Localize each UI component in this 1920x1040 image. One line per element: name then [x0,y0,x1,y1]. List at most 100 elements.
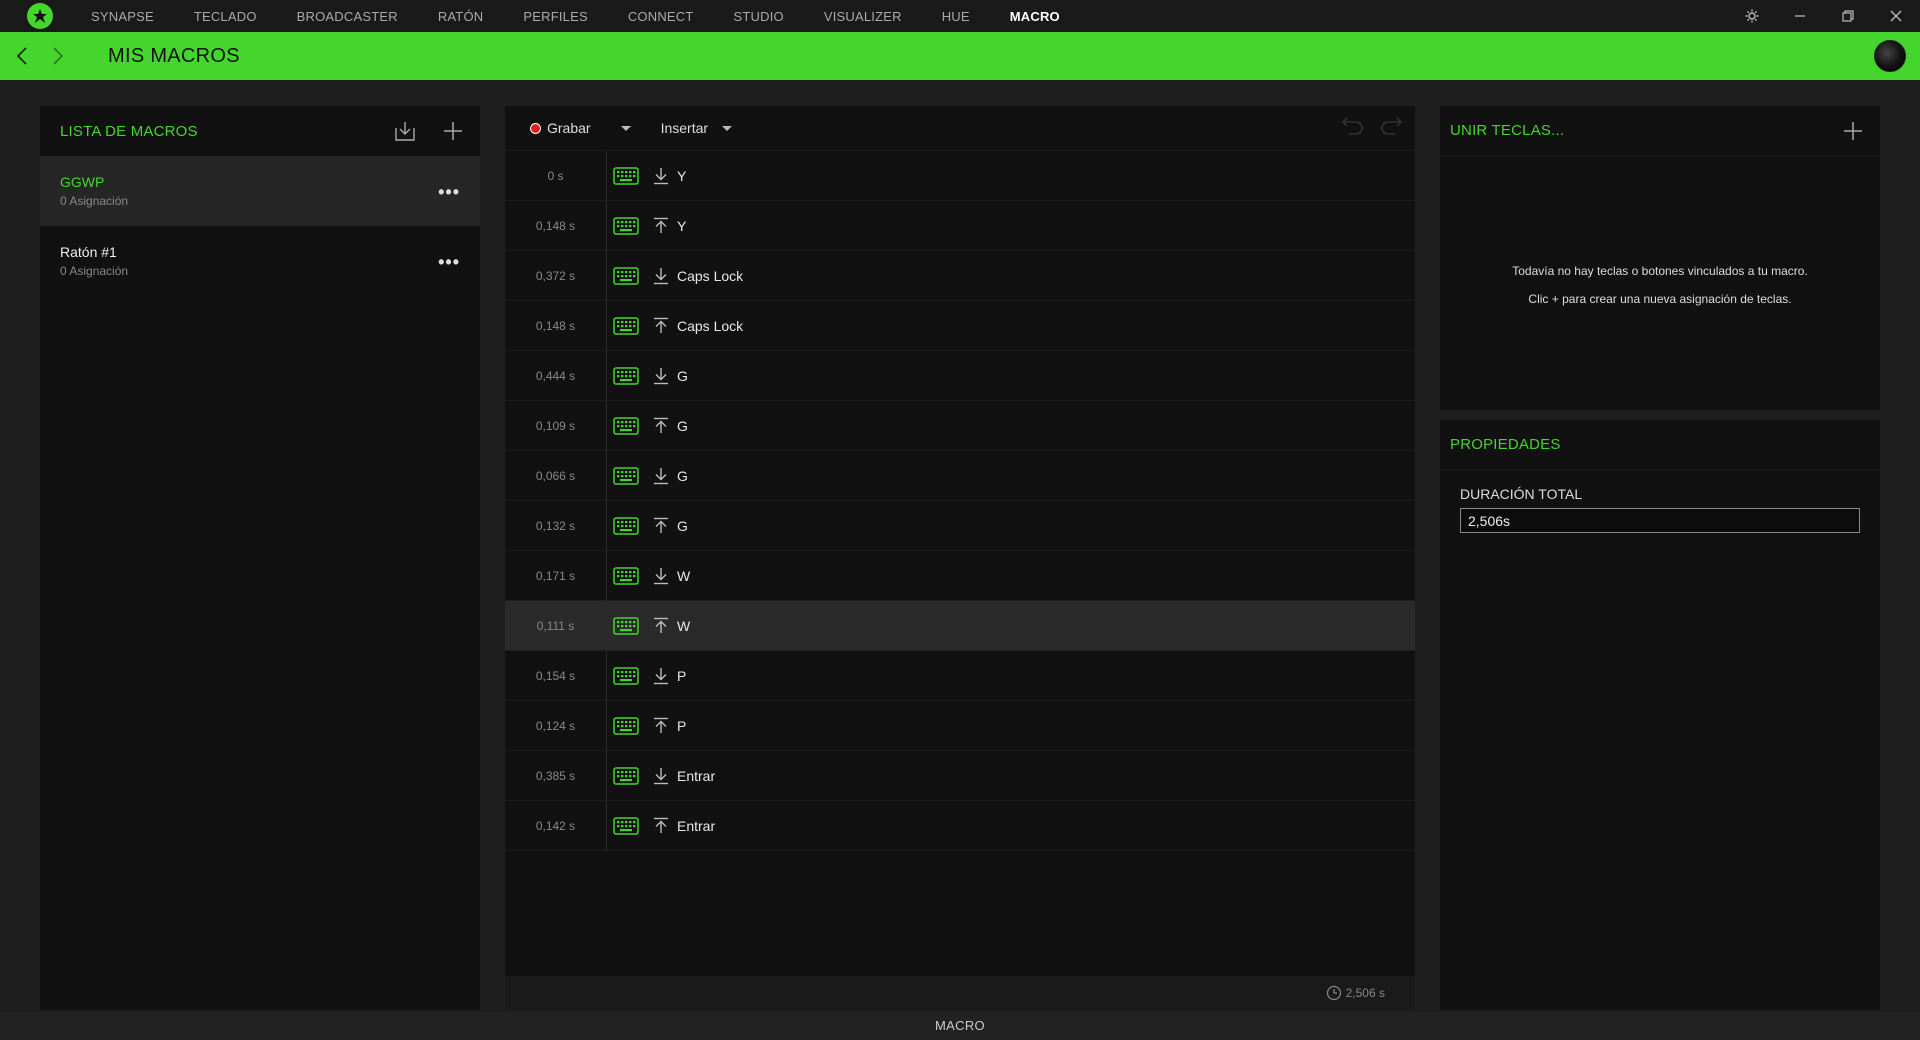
event-delay[interactable]: 0,154 s [505,650,607,701]
nav-tab-studio[interactable]: STUDIO [734,9,784,24]
restore-icon[interactable] [1824,0,1872,32]
keyboard-icon [613,766,639,785]
record-dot-icon [530,122,541,134]
macro-event-row[interactable]: 0,154 s P [505,650,1415,701]
event-delay[interactable]: 0,124 s [505,700,607,751]
event-delay[interactable]: 0,111 s [505,600,607,651]
macro-event-row[interactable]: 0,066 s G [505,450,1415,501]
event-key: G [677,517,688,534]
more-options-icon[interactable]: ••• [438,252,460,273]
key-up-arrow-icon [653,717,669,735]
record-dropdown-icon[interactable] [620,125,631,131]
keyboard-icon [613,416,639,435]
nav-tab-broadcaster[interactable]: BROADCASTER [297,9,398,24]
nav-tab-visualizer[interactable]: VISUALIZER [824,9,902,24]
editor-toolbar: Grabar Insertar [505,106,1415,151]
macro-assignment-count: 0 Asignación [60,264,129,278]
keyboard-icon [613,366,639,385]
key-down-arrow-icon [653,367,669,385]
event-delay[interactable]: 0,444 s [505,350,607,401]
event-delay[interactable]: 0,109 s [505,400,607,451]
macro-list-item[interactable]: GGWP 0 Asignación ••• [40,156,480,226]
forward-arrow-icon[interactable] [40,32,76,80]
event-key: W [677,617,691,634]
key-up-arrow-icon [653,417,669,435]
nav-tab-hue[interactable]: HUE [942,9,970,24]
macro-event-row[interactable]: 0 s Y [505,150,1415,201]
event-delay[interactable]: 0,148 s [505,200,607,251]
nav-tab-synapse[interactable]: SYNAPSE [91,9,154,24]
import-icon[interactable] [390,116,420,146]
macro-event-row[interactable]: 0,142 s Entrar [505,800,1415,851]
keyboard-icon [613,466,639,485]
key-down-arrow-icon [653,167,669,185]
back-arrow-icon[interactable] [4,32,40,80]
undo-icon[interactable] [1341,114,1365,141]
event-delay[interactable]: 0 s [505,150,607,201]
event-delay[interactable]: 0,066 s [505,450,607,501]
event-delay[interactable]: 0,142 s [505,800,607,851]
event-delay[interactable]: 0,171 s [505,550,607,601]
event-delay[interactable]: 0,385 s [505,750,607,801]
event-key: Entrar [677,817,716,834]
duration-label: DURACIÓN TOTAL [1460,486,1583,502]
nav-tab-perfiles[interactable]: PERFILES [523,9,587,24]
event-key: G [677,367,688,384]
event-key: Caps Lock [677,317,744,334]
macro-event-row[interactable]: 0,372 s Caps Lock [505,250,1415,301]
duration-input[interactable] [1460,508,1860,533]
minimize-icon[interactable] [1776,0,1824,32]
macro-event-row[interactable]: 0,385 s Entrar [505,750,1415,801]
razer-logo-icon[interactable] [27,3,53,29]
macro-list-item[interactable]: Ratón #1 0 Asignación ••• [40,226,480,296]
event-key: Y [677,217,687,234]
macro-event-row[interactable]: 0,132 s G [505,500,1415,551]
clock-icon [1326,985,1341,1001]
properties-title: PROPIEDADES [1450,436,1561,453]
avatar[interactable] [1874,40,1906,72]
close-icon[interactable] [1872,0,1920,32]
redo-icon[interactable] [1379,114,1403,141]
macro-event-row[interactable]: 0,444 s G [505,350,1415,401]
key-down-arrow-icon [653,667,669,685]
insert-button[interactable]: Insertar [660,120,733,136]
keyboard-icon [613,216,639,235]
main-nav: SYNAPSE TECLADO BROADCASTER RATÓN PERFILES CO… [91,0,1100,32]
macro-event-row[interactable]: 0,124 s P [505,700,1415,751]
binding-hint: Clic + para crear una nueva asignación d… [1528,292,1792,306]
macro-event-row[interactable]: 0,148 s Y [505,200,1415,251]
add-macro-icon[interactable] [438,116,468,146]
nav-tab-teclado[interactable]: TECLADO [194,9,257,24]
event-delay[interactable]: 0,372 s [505,250,607,301]
macro-editor-panel: Grabar Insertar 0 s Y 0,148 s Y 0,372 s Caps … [505,106,1415,1010]
nav-tab-connect[interactable]: CONNECT [628,9,694,24]
add-binding-icon[interactable] [1838,116,1868,146]
macro-event-row[interactable]: 0,109 s G [505,400,1415,451]
total-time: 2,506 s [1345,986,1385,1000]
key-down-arrow-icon [653,267,669,285]
macro-name: Ratón #1 [60,244,117,260]
properties-header: PROPIEDADES [1440,420,1880,470]
keyboard-icon [613,266,639,285]
macro-event-row[interactable]: 0,148 s Caps Lock [505,300,1415,351]
macro-event-row[interactable]: 0,171 s W [505,550,1415,601]
macro-event-row[interactable]: 0,111 s W [505,600,1415,651]
macro-event-list: 0 s Y 0,148 s Y 0,372 s Caps Lock 0,148 s Caps … [505,150,1415,851]
no-binding-message: Todavía no hay teclas o botones vinculad… [1512,264,1808,278]
keyboard-icon [613,316,639,335]
event-delay[interactable]: 0,132 s [505,500,607,551]
macro-list: GGWP 0 Asignación ••• Ratón #1 0 Asignación •… [40,156,480,296]
macro-list-title: LISTA DE MACROS [60,122,198,140]
insert-label: Insertar [660,120,709,136]
status-bar: MACRO [0,1012,1920,1040]
more-options-icon[interactable]: ••• [438,182,460,203]
record-button[interactable]: Grabar [530,120,631,136]
event-key: Y [677,167,687,184]
macro-name: GGWP [60,174,105,190]
keyboard-icon [613,566,639,585]
settings-gear-icon[interactable] [1728,0,1776,32]
right-column: UNIR TECLAS... Todavía no hay teclas o b… [1440,106,1880,1010]
event-delay[interactable]: 0,148 s [505,300,607,351]
nav-tab-macro[interactable]: MACRO [1010,9,1060,24]
nav-tab-rat-n[interactable]: RATÓN [438,9,484,24]
